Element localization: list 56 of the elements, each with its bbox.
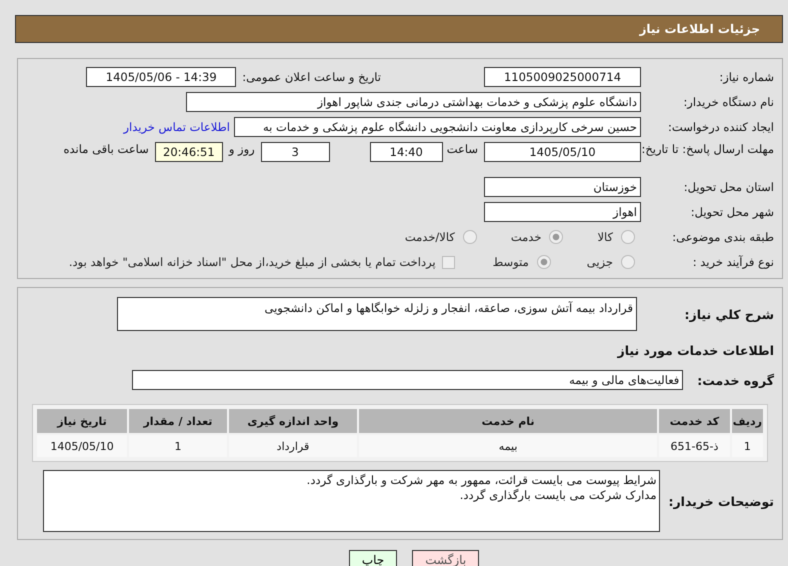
city-field: اهواز bbox=[484, 202, 641, 222]
field-label: توضیحات خریدار: bbox=[668, 494, 774, 508]
field-label: ایجاد کننده درخواست: bbox=[667, 120, 774, 134]
radio-button[interactable] bbox=[536, 255, 551, 269]
field-label: شهر محل تحویل: bbox=[690, 205, 774, 219]
option-label: خدمت bbox=[510, 230, 542, 244]
checkbox[interactable] bbox=[442, 256, 455, 268]
column-header: تعداد / مقدار bbox=[129, 409, 227, 433]
requester-field: حسین سرخی کارپردازی معاونت دانشجویی دانشگاه علوم پزشکی و خدمات به bbox=[234, 117, 641, 137]
column-header: ردیف bbox=[732, 409, 763, 433]
field-label: استان محل تحویل: bbox=[682, 180, 774, 194]
radio-button[interactable] bbox=[621, 230, 635, 244]
field-label: گروه خدمت: bbox=[697, 372, 774, 388]
radio-button[interactable] bbox=[462, 230, 477, 244]
contact-link[interactable]: اطلاعات تماس خریدار bbox=[123, 120, 230, 134]
notes-text: مدارک شرکت می بایست بارگذاری گردد. bbox=[458, 488, 656, 503]
section-heading: اطلاعات خدمات مورد نیاز bbox=[616, 342, 774, 360]
field-label: نام دستگاه خریدار: bbox=[682, 95, 774, 109]
buyer-field: دانشگاه علوم پزشکی و خدمات بهداشتی درمانی جندی شاپور اهواز bbox=[186, 92, 641, 112]
remaining-time-field: 20:46:51 bbox=[154, 142, 223, 162]
province-field: خوزستان bbox=[484, 177, 641, 197]
field-label: طبقه بندی موضوعی: bbox=[671, 230, 774, 244]
date-field: 1405/05/10 bbox=[484, 142, 641, 162]
option-label: کالا bbox=[597, 230, 613, 244]
days-field: 3 bbox=[260, 142, 330, 162]
column-header: کد خدمت bbox=[659, 409, 730, 433]
radio-button[interactable] bbox=[621, 255, 635, 269]
page-title: جزئیات اطلاعات نیاز bbox=[639, 22, 760, 36]
notes-text: شرایط پیوست می بایست قرائت، ممهور به مهر شرکت و بارگذاری گردد. bbox=[306, 473, 656, 488]
field-label: شماره نیاز: bbox=[718, 70, 774, 84]
column-header: واحد اندازه گیری bbox=[228, 409, 358, 433]
field-label: شرح کلي نياز: bbox=[684, 306, 774, 322]
description-box: قرارداد بیمه آتش سوزی، صاعقه، انفجار و زلزله خوابگاهها و اماکن دانشجویی bbox=[117, 297, 637, 331]
field-label: مهلت ارسال پاسخ: تا تاریخ: bbox=[641, 142, 774, 156]
payment-note: پرداخت تمام یا بخشی از مبلغ خرید،از محل "اسناد خزانه اسلامی" خواهد بود. bbox=[68, 255, 436, 269]
time-label: ساعت bbox=[446, 142, 478, 156]
option-label: کالا/خدمت bbox=[404, 230, 455, 244]
remaining-label: ساعت باقی مانده bbox=[64, 142, 149, 156]
table-cell: بیمه bbox=[359, 435, 658, 457]
time-field: 14:40 bbox=[370, 142, 443, 162]
column-header: تاریخ نیاز bbox=[37, 409, 128, 433]
table-cell: قرارداد bbox=[228, 435, 358, 457]
option-label: متوسط bbox=[492, 255, 529, 269]
announce-date-field: 1405/05/06 - 14:39 bbox=[86, 67, 236, 87]
radio-button[interactable] bbox=[549, 230, 564, 244]
field-label: تاریخ و ساعت اعلان عمومی: bbox=[242, 70, 381, 84]
service-group-field: فعالیت‌های مالی و بیمه bbox=[132, 370, 684, 390]
table-cell: ذ-65-651 bbox=[659, 435, 730, 457]
table-cell: 1 bbox=[732, 435, 763, 457]
need-number-field: 1105009025000714 bbox=[484, 67, 641, 87]
days-label: روز و bbox=[228, 142, 255, 156]
column-header: نام خدمت bbox=[359, 409, 658, 433]
field-label: نوع فرآیند خرید : bbox=[692, 255, 774, 269]
table-cell: 1405/05/10 bbox=[37, 435, 128, 457]
option-label: جزیی bbox=[586, 255, 613, 269]
table-cell: 1 bbox=[129, 435, 227, 457]
